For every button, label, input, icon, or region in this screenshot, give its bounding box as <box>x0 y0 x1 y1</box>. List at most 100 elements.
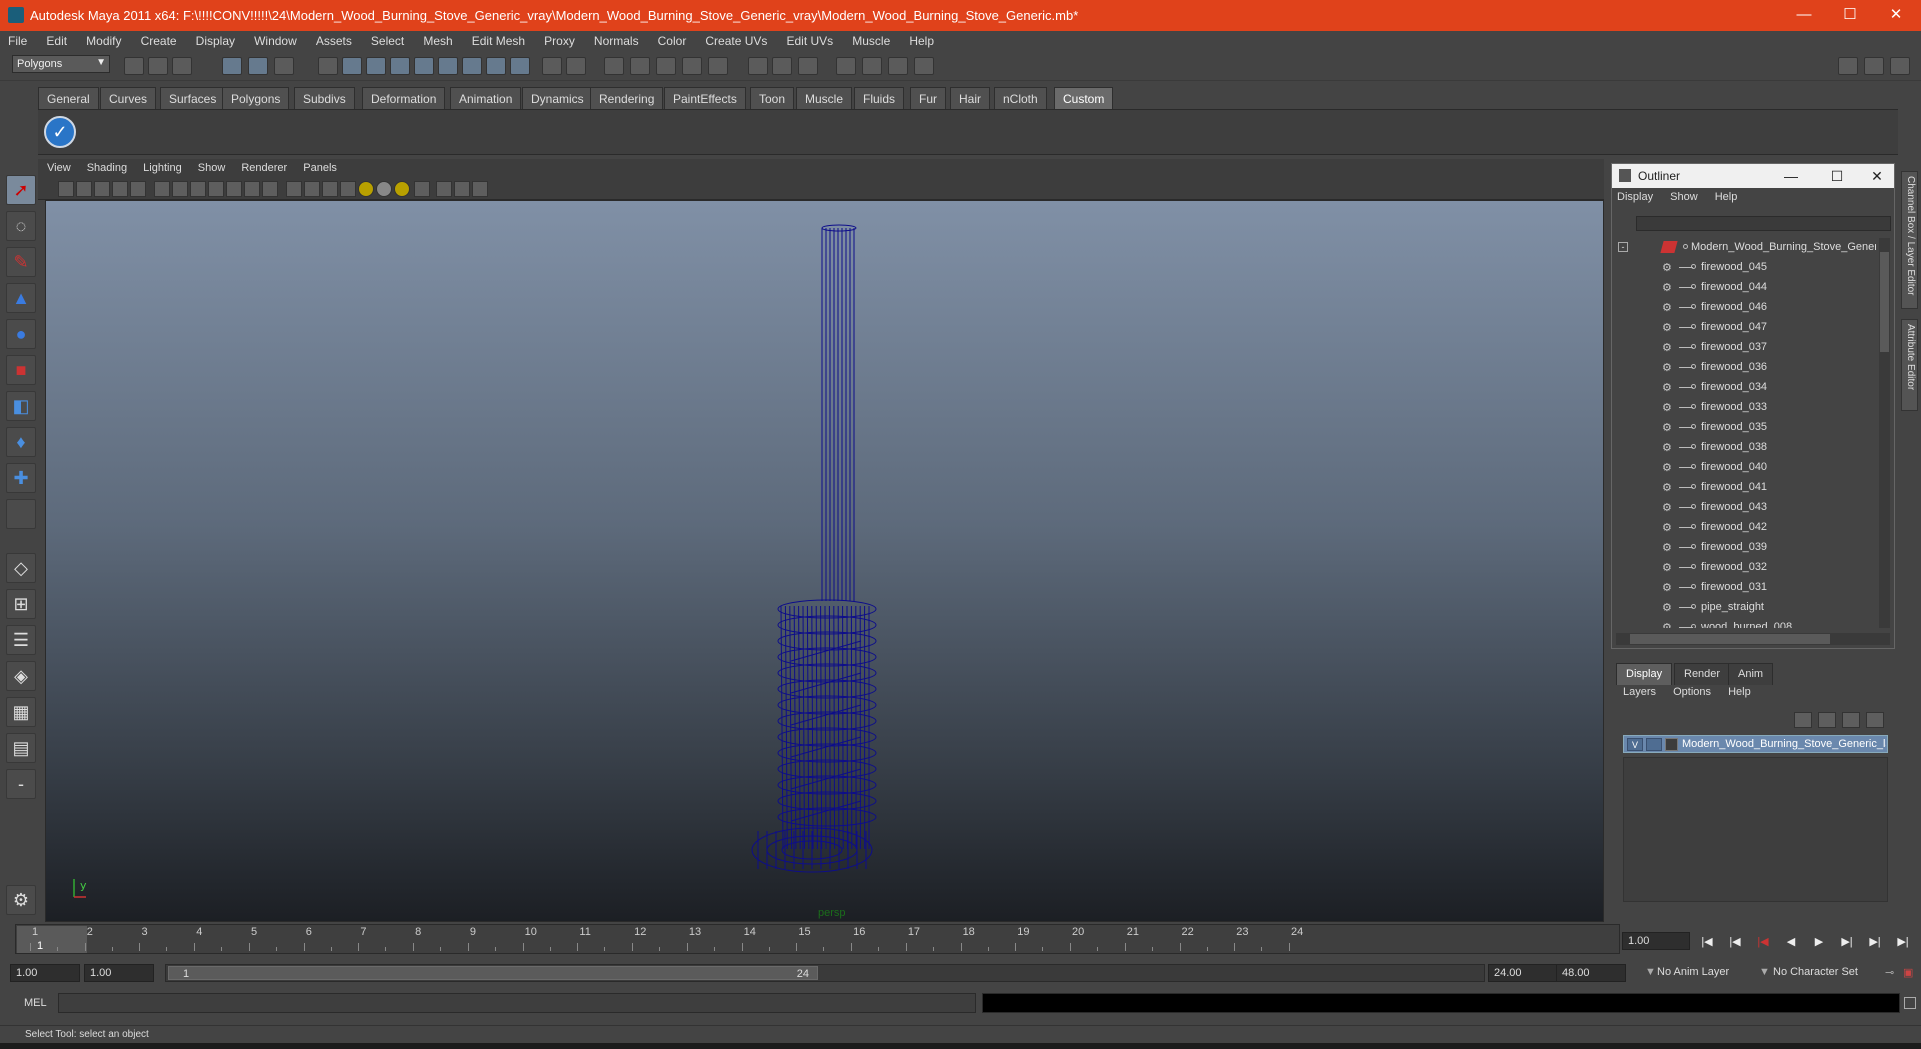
menu-edit-uvs[interactable]: Edit UVs <box>786 31 833 48</box>
panel-menu-lighting[interactable]: Lighting <box>143 162 182 174</box>
construction-history-toggle-icon[interactable] <box>798 57 818 75</box>
outliner-item[interactable]: ⚙ firewood_034 <box>1616 378 1876 398</box>
open-scene-icon[interactable] <box>148 57 168 75</box>
last-tool-icon[interactable] <box>6 499 36 529</box>
panel-menu-shading[interactable]: Shading <box>87 162 127 174</box>
menu-modify[interactable]: Modify <box>86 31 121 48</box>
xray-joints-icon[interactable] <box>454 181 470 197</box>
xray-icon[interactable] <box>340 181 356 197</box>
layer-menu-options[interactable]: Options <box>1673 686 1711 698</box>
shelf-tab-animation[interactable]: Animation <box>450 87 522 109</box>
layer-tab-render[interactable]: Render <box>1674 663 1731 685</box>
shelf-tab-ncloth[interactable]: nCloth <box>994 87 1047 109</box>
move-layer-down-icon[interactable] <box>1818 712 1836 728</box>
select-by-hierarchy-icon[interactable] <box>222 57 242 75</box>
shelf-tab-deformation[interactable]: Deformation <box>362 87 446 109</box>
outliner-minimize-button[interactable]: — <box>1776 166 1806 186</box>
ipr-render-icon[interactable] <box>888 57 908 75</box>
show-manipulator-tool-icon[interactable]: ✚ <box>6 463 36 493</box>
layer-row[interactable]: V Modern_Wood_Burning_Stove_Generic_laye… <box>1623 735 1888 753</box>
collapse-icon[interactable]: - <box>1618 242 1628 252</box>
outliner-item[interactable]: ⚙ firewood_045 <box>1616 258 1876 278</box>
menu-color[interactable]: Color <box>658 31 687 48</box>
outliner-item[interactable]: ⚙ firewood_042 <box>1616 518 1876 538</box>
image-plane-icon[interactable] <box>112 181 128 197</box>
outliner-menu-display[interactable]: Display <box>1617 191 1653 203</box>
menu-edit[interactable]: Edit <box>46 31 67 48</box>
anim-layer-dropdown[interactable]: No Anim Layer <box>1652 964 1734 982</box>
make-live-icon[interactable] <box>708 57 728 75</box>
layer-color-swatch[interactable] <box>1665 738 1678 751</box>
menu-normals[interactable]: Normals <box>594 31 639 48</box>
outliner-item[interactable]: ⚙ firewood_038 <box>1616 438 1876 458</box>
scale-tool-icon[interactable]: ■ <box>6 355 36 385</box>
gate-mask-icon[interactable] <box>208 181 224 197</box>
script-editor-icon[interactable] <box>1904 997 1916 1009</box>
construction-history-icon[interactable] <box>772 57 792 75</box>
outliner-item[interactable]: ⚙ firewood_040 <box>1616 458 1876 478</box>
shelf-tab-rendering[interactable]: Rendering <box>590 87 664 109</box>
more-layouts-icon[interactable]: - <box>6 769 36 799</box>
outliner-root-item[interactable]: - Modern_Wood_Burning_Stove_Generic <box>1616 238 1876 258</box>
shelf-tab-dynamics[interactable]: Dynamics <box>522 87 593 109</box>
outliner-item[interactable]: ⚙ firewood_031 <box>1616 578 1876 598</box>
rendering-mask-icon[interactable] <box>462 57 482 75</box>
outliner-horizontal-scrollbar[interactable] <box>1616 633 1890 645</box>
shelf-tab-subdivs[interactable]: Subdivs <box>294 87 355 109</box>
two-d-pan-zoom-icon[interactable] <box>130 181 146 197</box>
rotate-tool-icon[interactable]: ● <box>6 319 36 349</box>
film-gate-icon[interactable] <box>172 181 188 197</box>
snap-to-point-icon[interactable] <box>656 57 676 75</box>
misc-mask-icon[interactable] <box>486 57 506 75</box>
character-set-dropdown[interactable]: No Character Set <box>1768 964 1863 982</box>
outliner-menu-help[interactable]: Help <box>1715 191 1738 203</box>
safe-title-icon[interactable] <box>262 181 278 197</box>
persp-graph-outliner-layout-icon[interactable]: ▤ <box>6 733 36 763</box>
menu-file[interactable]: File <box>8 31 27 48</box>
tool-settings-icon[interactable]: ⚙ <box>6 885 36 915</box>
resolution-gate-icon[interactable] <box>190 181 206 197</box>
layer-menu-help[interactable]: Help <box>1728 686 1751 698</box>
step-forward-icon[interactable]: ▶| <box>1836 934 1858 950</box>
shelf-tab-curves[interactable]: Curves <box>100 87 157 109</box>
attribute-editor-tab[interactable]: Attribute Editor <box>1901 319 1918 411</box>
smooth-shade-icon[interactable] <box>304 181 320 197</box>
move-tool-icon[interactable]: ▲ <box>6 283 36 313</box>
safe-action-icon[interactable] <box>244 181 260 197</box>
select-by-component-icon[interactable] <box>274 57 294 75</box>
new-scene-icon[interactable] <box>124 57 144 75</box>
close-button[interactable]: ✕ <box>1876 4 1916 26</box>
go-to-end-icon[interactable]: ▶| <box>1892 934 1914 950</box>
persp-hypershade-layout-icon[interactable]: ▦ <box>6 697 36 727</box>
menu-create[interactable]: Create <box>141 31 177 48</box>
outliner-maximize-button[interactable]: ☐ <box>1822 166 1852 186</box>
shelf-tab-fur[interactable]: Fur <box>910 87 946 109</box>
shadows-icon[interactable] <box>376 181 392 197</box>
highlight-selection-icon[interactable] <box>566 57 586 75</box>
mel-label[interactable]: MEL <box>24 997 47 1009</box>
shelf-tab-surfaces[interactable]: Surfaces <box>160 87 226 109</box>
handles-mask-icon[interactable] <box>318 57 338 75</box>
outliner-item[interactable]: ⚙ firewood_037 <box>1616 338 1876 358</box>
save-scene-icon[interactable] <box>172 57 192 75</box>
layer-tab-display[interactable]: Display <box>1616 663 1673 685</box>
select-camera-icon[interactable] <box>58 181 74 197</box>
menu-proxy[interactable]: Proxy <box>544 31 575 48</box>
show-hide-channel-box-icon[interactable] <box>1890 57 1910 75</box>
layer-menu-layers[interactable]: Layers <box>1623 686 1656 698</box>
mode-selector[interactable]: Polygons ▼ <box>12 55 110 73</box>
lasso-tool-icon[interactable]: ◌ <box>6 211 36 241</box>
menu-select[interactable]: Select <box>371 31 404 48</box>
wireframe-on-shaded-icon[interactable] <box>322 181 338 197</box>
shelf-tab-custom[interactable]: Custom <box>1054 87 1114 109</box>
paint-select-tool-icon[interactable]: ✎ <box>6 247 36 277</box>
outliner-item[interactable]: ⚙ firewood_032 <box>1616 558 1876 578</box>
menu-create-uvs[interactable]: Create UVs <box>705 31 767 48</box>
outliner-filter-field[interactable] <box>1636 216 1891 231</box>
menu-edit-mesh[interactable]: Edit Mesh <box>472 31 525 48</box>
snap-to-curve-icon[interactable] <box>630 57 650 75</box>
auto-key-icon[interactable]: ⊸ <box>1880 964 1899 982</box>
step-forward-key-icon[interactable]: ▶| <box>1864 934 1886 950</box>
command-input[interactable] <box>58 993 976 1013</box>
outliner-item[interactable]: ⚙ firewood_043 <box>1616 498 1876 518</box>
